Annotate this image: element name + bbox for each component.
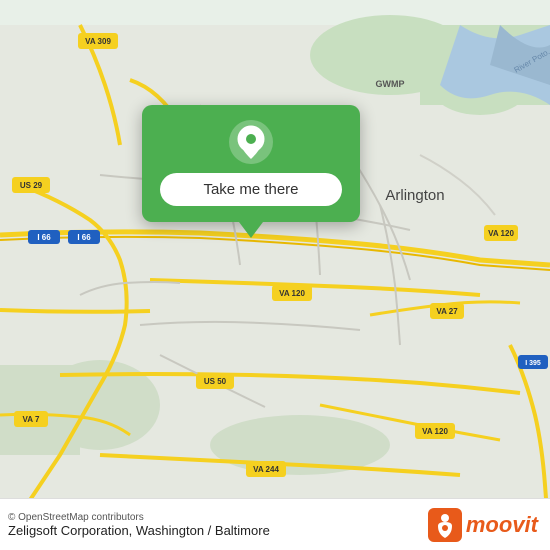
svg-text:VA 27: VA 27 [436, 307, 458, 316]
map-background: I 66 I 66 I 395 [0, 0, 550, 550]
svg-text:I 66: I 66 [37, 233, 51, 242]
svg-text:VA 120: VA 120 [488, 229, 514, 238]
osm-credit: © OpenStreetMap contributors [8, 512, 270, 523]
svg-text:VA 120: VA 120 [279, 289, 305, 298]
moovit-logo: moovit [428, 508, 538, 542]
svg-text:VA 244: VA 244 [253, 465, 279, 474]
bottom-bar: © OpenStreetMap contributors Zeligsoft C… [0, 498, 550, 550]
popup-card: Take me there [142, 105, 360, 222]
take-me-there-button[interactable]: Take me there [160, 173, 342, 206]
moovit-logo-icon [428, 508, 462, 542]
svg-text:GWMP: GWMP [376, 79, 405, 89]
moovit-text: moovit [466, 512, 538, 538]
map-container: I 66 I 66 I 395 [0, 0, 550, 550]
svg-text:US 29: US 29 [20, 181, 43, 190]
svg-text:US 50: US 50 [204, 377, 227, 386]
app-name: Zeligsoft Corporation, Washington / Balt… [8, 523, 270, 538]
bottom-left-info: © OpenStreetMap contributors Zeligsoft C… [8, 512, 270, 538]
location-pin-icon [228, 119, 274, 165]
svg-text:VA 120: VA 120 [422, 427, 448, 436]
svg-text:I 66: I 66 [77, 233, 91, 242]
svg-text:Arlington: Arlington [385, 187, 444, 204]
svg-text:I 395: I 395 [525, 360, 541, 367]
svg-text:VA 7: VA 7 [23, 415, 40, 424]
svg-text:VA 309: VA 309 [85, 37, 111, 46]
